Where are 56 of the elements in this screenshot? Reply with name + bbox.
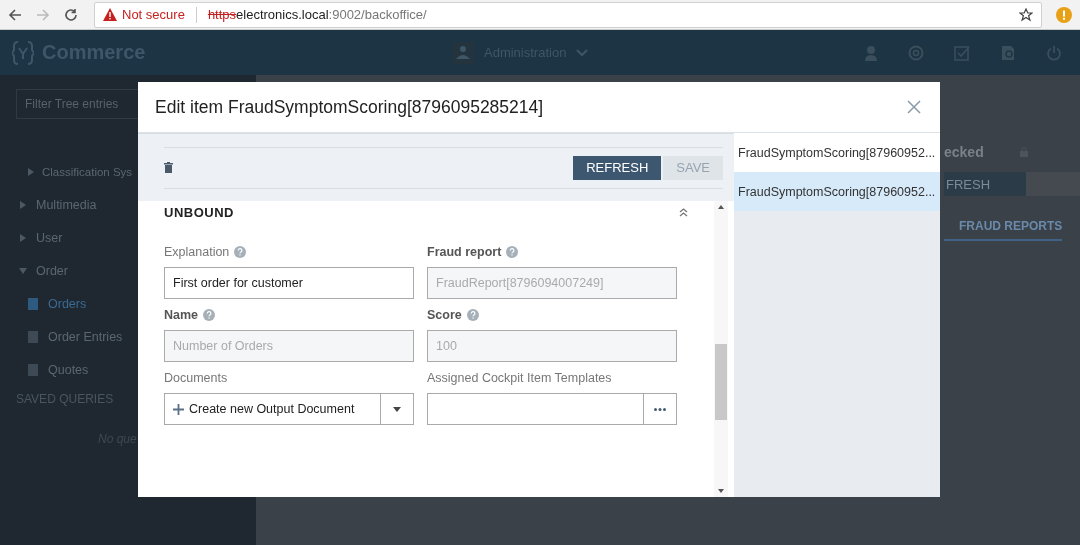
- logo-icon: [12, 39, 34, 66]
- reload-icon[interactable]: [64, 7, 78, 22]
- forward-icon[interactable]: [36, 7, 50, 22]
- document-icon: [28, 330, 38, 343]
- more-icon: [654, 407, 666, 411]
- scroll-down-arrow-icon[interactable]: [718, 489, 724, 493]
- history-item[interactable]: FraudSymptomScoring[87960952...: [734, 172, 940, 211]
- power-icon[interactable]: [1046, 44, 1062, 61]
- tab[interactable]: FRAUD REPORTS: [944, 219, 1063, 241]
- person-icon: [452, 41, 474, 64]
- expand-arrow-icon: [19, 267, 27, 274]
- caret-icon: [393, 406, 401, 412]
- history-item[interactable]: FraudSymptomScoring[87960952...: [734, 133, 940, 172]
- help-icon[interactable]: [203, 309, 216, 321]
- scrollbar[interactable]: [714, 201, 728, 497]
- browse-button[interactable]: [644, 393, 677, 425]
- delete-icon[interactable]: [164, 162, 173, 173]
- tree-item[interactable]: Classification Sys: [16, 155, 240, 188]
- expand-arrow-icon: [20, 233, 26, 242]
- help-icon[interactable]: [908, 44, 924, 61]
- checklist-icon[interactable]: [954, 44, 970, 61]
- field-label: Score: [427, 308, 462, 322]
- alert-icon[interactable]: [1056, 6, 1072, 23]
- toolbar-button[interactable]: REFRESH: [573, 155, 662, 180]
- field-label: Documents: [164, 371, 228, 385]
- warning-icon: [103, 8, 117, 21]
- scrollbar-thumb[interactable]: [715, 344, 727, 420]
- expand-arrow-icon: [20, 200, 26, 209]
- back-icon[interactable]: [8, 7, 22, 22]
- dropdown-button[interactable]: [381, 393, 414, 425]
- help-icon[interactable]: [466, 309, 479, 321]
- user-icon[interactable]: [864, 44, 878, 61]
- field-label: Fraud report: [427, 245, 502, 259]
- security-label: Not secure: [122, 7, 185, 22]
- field-label: Assigned Cockpit Item Templates: [427, 371, 612, 385]
- collapse-icon[interactable]: [679, 207, 688, 217]
- plus-icon: [173, 403, 184, 415]
- partial-button[interactable]: FRESH: [944, 172, 1026, 196]
- close-icon[interactable]: [907, 100, 921, 114]
- create-document-button[interactable]: Create new Output Document: [164, 393, 381, 425]
- reference-field[interactable]: [427, 393, 644, 425]
- scroll-up-arrow-icon[interactable]: [718, 205, 724, 209]
- document-icon: [28, 297, 38, 310]
- help-icon[interactable]: [506, 246, 519, 258]
- expand-arrow-icon: [28, 167, 34, 176]
- chevron-down-icon: [576, 48, 589, 57]
- star-icon[interactable]: [1019, 7, 1033, 22]
- help-icon[interactable]: [234, 246, 247, 258]
- address-bar[interactable]: Not secure httpselectronics.local:9002/backoffice/: [94, 1, 1042, 28]
- text-field[interactable]: First order for customer: [164, 267, 414, 299]
- section-title: UNBOUND: [164, 204, 234, 220]
- field-label: Name: [164, 308, 199, 322]
- field-label: Explanation: [164, 245, 230, 259]
- document-icon: [28, 363, 38, 376]
- status-text: ecked: [944, 144, 984, 160]
- url-text: httpselectronics.local:9002/backoffice/: [207, 7, 428, 22]
